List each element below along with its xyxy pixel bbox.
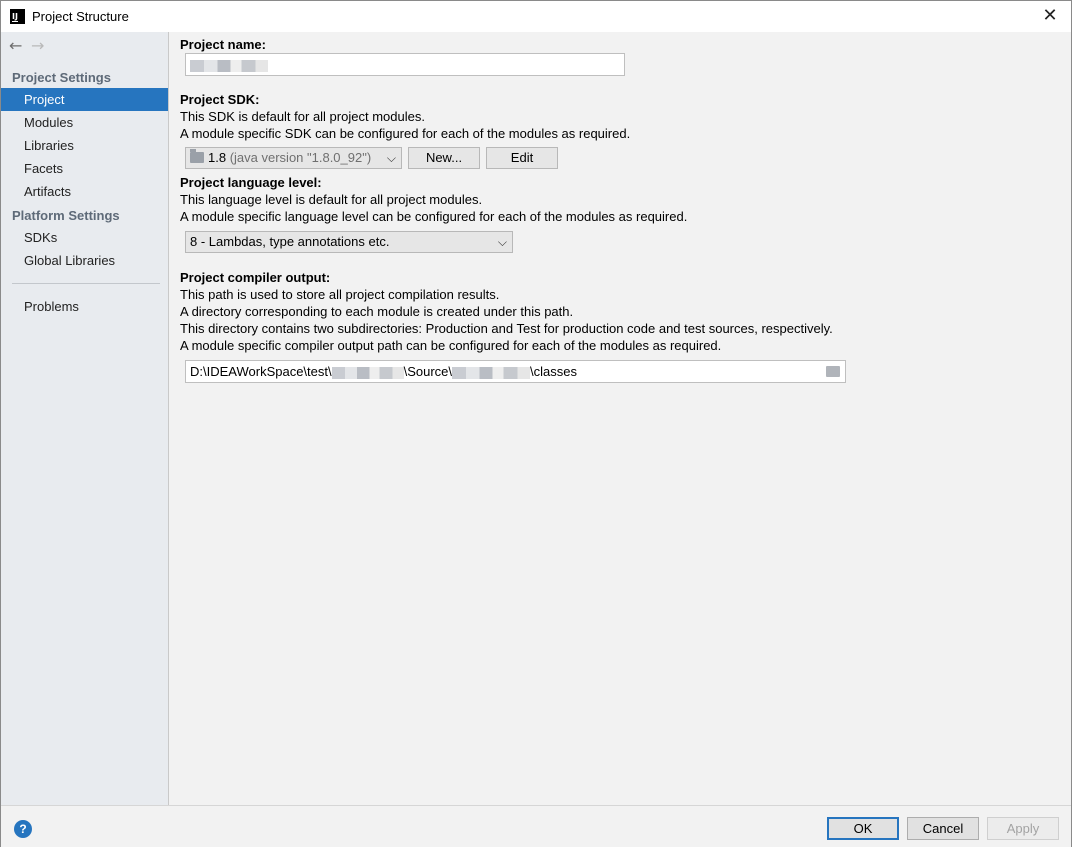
project-settings-panel: Project name: Project SDK: This SDK is d… bbox=[170, 32, 1071, 805]
project-structure-window: IJ Project Structure ✕ ← → Project Settin… bbox=[0, 0, 1072, 847]
sdk-selected-value: 1.8 bbox=[208, 150, 227, 165]
sidebar-item-modules[interactable]: Modules bbox=[1, 111, 168, 134]
ok-button[interactable]: OK bbox=[827, 817, 899, 840]
sidebar-divider bbox=[12, 283, 160, 284]
edit-sdk-button[interactable]: Edit bbox=[486, 147, 558, 169]
help-icon[interactable]: ? bbox=[14, 820, 32, 838]
new-sdk-button[interactable]: New... bbox=[408, 147, 480, 169]
project-settings-heading: Project Settings bbox=[12, 70, 111, 85]
cancel-button[interactable]: Cancel bbox=[907, 817, 979, 840]
dialog-footer: ? OK Cancel Apply bbox=[1, 805, 1071, 847]
sidebar-item-facets[interactable]: Facets bbox=[1, 157, 168, 180]
close-icon[interactable]: ✕ bbox=[1035, 2, 1065, 30]
project-name-input[interactable] bbox=[185, 53, 625, 76]
project-sdk-label: Project SDK: bbox=[180, 92, 260, 107]
language-level-label: Project language level: bbox=[180, 175, 322, 190]
back-arrow-icon[interactable]: ← bbox=[9, 37, 31, 55]
platform-settings-heading: Platform Settings bbox=[12, 208, 120, 223]
language-description-2: A module specific language level can be … bbox=[180, 209, 688, 224]
sdk-description-2: A module specific SDK can be configured … bbox=[180, 126, 631, 141]
sidebar-item-project[interactable]: Project bbox=[1, 88, 168, 111]
nav-arrows: ← → bbox=[9, 37, 53, 55]
language-description-1: This language level is default for all p… bbox=[180, 192, 483, 207]
chevron-down-icon: ⌵ bbox=[386, 151, 396, 165]
sdk-description-1: This SDK is default for all project modu… bbox=[180, 109, 425, 124]
output-description-3: This directory contains two subdirectori… bbox=[180, 321, 833, 336]
output-description-4: A module specific compiler output path c… bbox=[180, 338, 722, 353]
sidebar-item-problems[interactable]: Problems bbox=[1, 295, 168, 318]
intellij-app-icon: IJ bbox=[10, 9, 25, 24]
sidebar-item-global-libraries[interactable]: Global Libraries bbox=[1, 249, 168, 272]
sidebar-item-sdks[interactable]: SDKs bbox=[1, 226, 168, 249]
sdk-folder-icon bbox=[190, 149, 204, 163]
forward-arrow-icon[interactable]: → bbox=[31, 37, 53, 55]
output-path-part2: \Source\ bbox=[403, 364, 453, 379]
sidebar: ← → Project Settings Project Modules Libr… bbox=[1, 32, 169, 805]
output-path-part1: D:\IDEAWorkSpace\test\ bbox=[190, 364, 332, 379]
window-title: Project Structure bbox=[32, 9, 129, 24]
project-sdk-dropdown[interactable]: 1.8 (java version "1.8.0_92") ⌵ bbox=[185, 147, 402, 169]
apply-button[interactable]: Apply bbox=[987, 817, 1059, 840]
sdk-version-text: (java version "1.8.0_92") bbox=[229, 150, 372, 165]
compiler-output-path-input[interactable]: D:\IDEAWorkSpace\test\ \Source\ \classes bbox=[185, 360, 846, 383]
language-level-dropdown[interactable]: 8 - Lambdas, type annotations etc. ⌵ bbox=[185, 231, 513, 253]
title-bar: IJ Project Structure ✕ bbox=[1, 1, 1071, 32]
sidebar-item-libraries[interactable]: Libraries bbox=[1, 134, 168, 157]
chevron-down-icon: ⌵ bbox=[497, 235, 507, 249]
output-description-1: This path is used to store all project c… bbox=[180, 287, 500, 302]
redacted-path-segment bbox=[331, 366, 404, 379]
redacted-path-segment bbox=[452, 366, 531, 379]
browse-folder-icon[interactable] bbox=[826, 366, 840, 377]
output-path-part3: \classes bbox=[530, 364, 577, 379]
project-name-label: Project name: bbox=[180, 37, 266, 52]
output-description-2: A directory corresponding to each module… bbox=[180, 304, 574, 319]
language-level-value: 8 - Lambdas, type annotations etc. bbox=[190, 234, 390, 249]
redacted-project-name bbox=[190, 59, 268, 72]
sidebar-item-artifacts[interactable]: Artifacts bbox=[1, 180, 168, 203]
compiler-output-label: Project compiler output: bbox=[180, 270, 331, 285]
